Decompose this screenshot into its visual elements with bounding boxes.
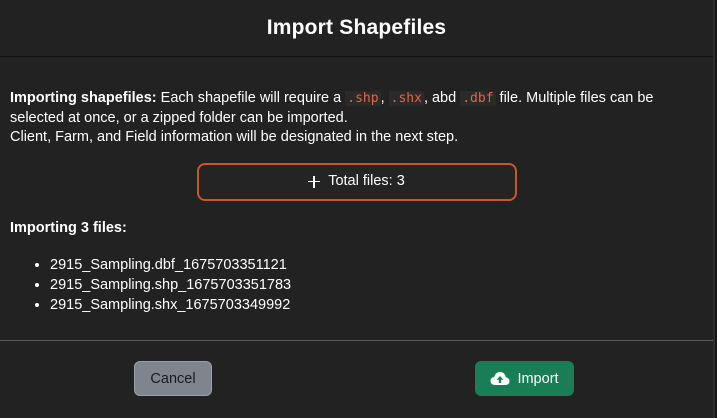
upload-area: Total files: 3 (10, 162, 703, 201)
import-button[interactable]: Import (475, 361, 574, 396)
cancel-label: Cancel (150, 370, 196, 387)
import-label: Import (517, 370, 559, 387)
list-item: 2915_Sampling.dbf_1675703351121 (50, 255, 703, 275)
total-files-label: Total files: 3 (328, 172, 405, 189)
instructions-line-1: Importing shapefiles: Each shapefile wil… (10, 89, 703, 128)
dialog-footer: Cancel Import (0, 341, 713, 418)
instructions-text-1: Each shapefile will require a (156, 90, 346, 106)
list-item: 2915_Sampling.shp_1675703351783 (50, 275, 703, 295)
file-list: 2915_Sampling.dbf_1675703351121 2915_Sam… (10, 255, 703, 315)
instructions-lead: Importing shapefiles: (10, 90, 157, 106)
list-item: 2915_Sampling.shx_1675703349992 (50, 295, 703, 315)
ext-dbf: .dbf (460, 91, 496, 106)
instructions-sep-2: , abd (423, 90, 461, 106)
dialog-title: Import Shapefiles (266, 16, 447, 39)
import-shapefiles-dialog: Import Shapefiles Importing shapefiles: … (0, 0, 715, 418)
cancel-button[interactable]: Cancel (134, 361, 212, 396)
instructions: Importing shapefiles: Each shapefile wil… (10, 89, 703, 148)
add-files-button[interactable]: Total files: 3 (196, 162, 517, 201)
ext-shp: .shp (345, 91, 381, 106)
dialog-header: Import Shapefiles (0, 0, 713, 57)
instructions-line-2: Client, Farm, and Field information will… (10, 129, 459, 145)
plus-icon (308, 175, 321, 188)
cloud-upload-icon (490, 371, 510, 386)
importing-heading: Importing 3 files: (10, 219, 127, 236)
dialog-body: Importing shapefiles: Each shapefile wil… (0, 57, 713, 315)
instructions-sep-1: , (380, 90, 389, 106)
ext-shx: .shx (388, 91, 424, 106)
